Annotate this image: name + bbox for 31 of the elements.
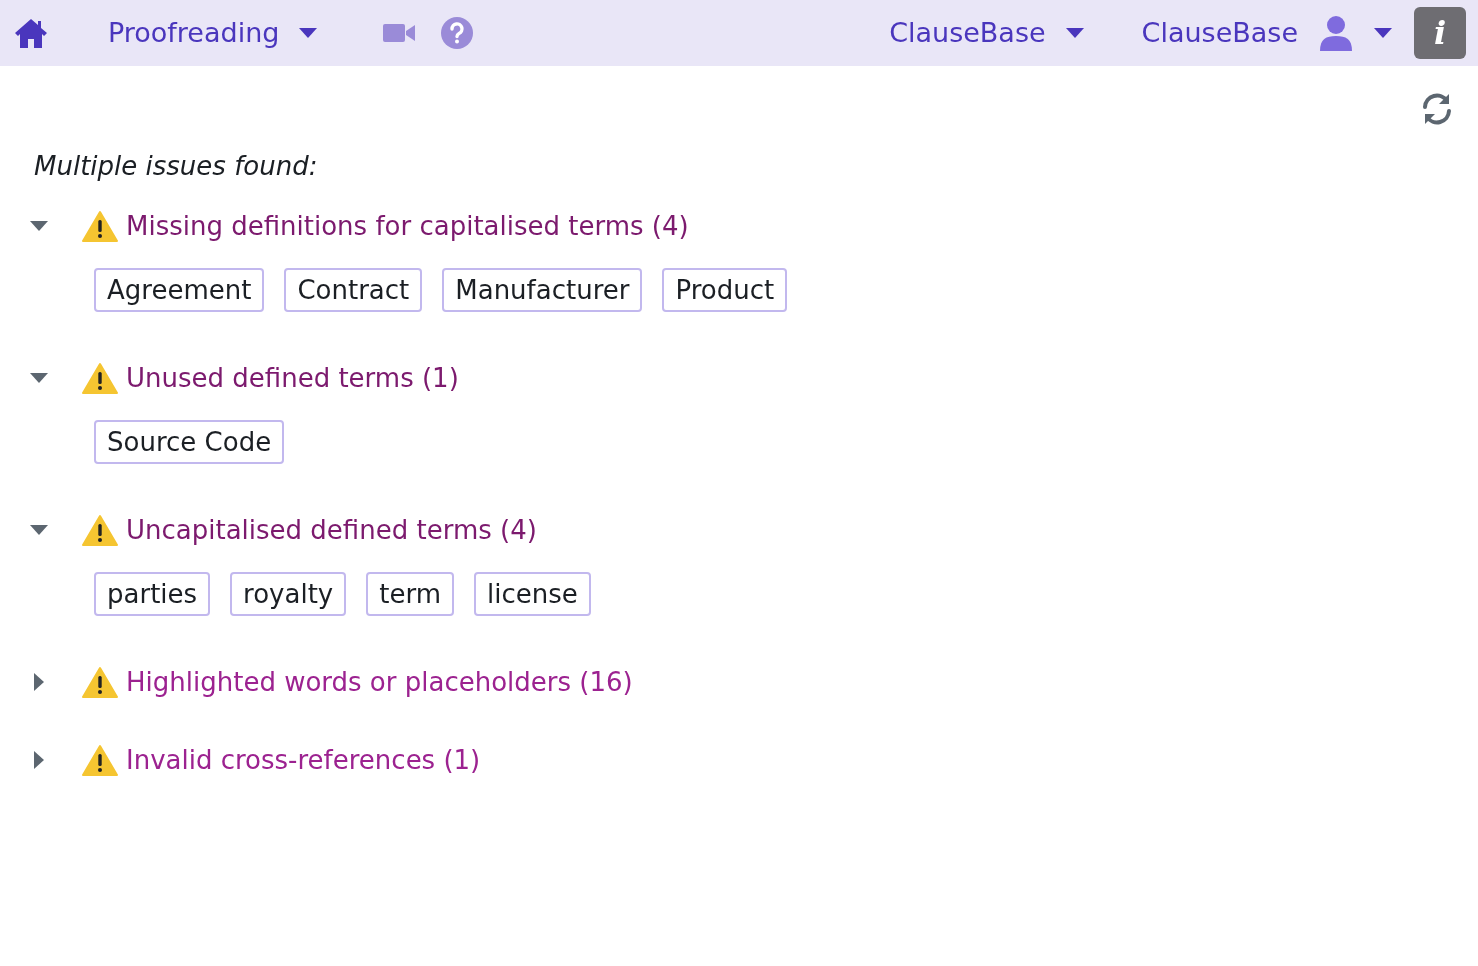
- warning-icon: [82, 362, 118, 394]
- issue-heading[interactable]: Missing definitions for capitalised terms (4): [126, 206, 689, 246]
- issue-heading[interactable]: Unused defined terms (1): [126, 358, 459, 398]
- warning-icon: [82, 514, 118, 546]
- user-menu[interactable]: ClauseBase: [1141, 12, 1392, 54]
- term-tag[interactable]: Manufacturer: [442, 268, 643, 312]
- caret-icon: [1374, 28, 1392, 38]
- workspace-dropdown[interactable]: ClauseBase: [889, 12, 1084, 54]
- home-icon[interactable]: [14, 17, 48, 49]
- term-tag[interactable]: Source Code: [94, 420, 285, 464]
- issue-heading[interactable]: Invalid cross-references (1): [126, 740, 481, 780]
- summary-text: Multiple issues found:: [34, 150, 319, 183]
- term-tag[interactable]: Contract: [284, 268, 423, 312]
- issue-heading[interactable]: Uncapitalised defined terms (4): [126, 510, 537, 550]
- term-tag[interactable]: license: [474, 572, 591, 616]
- warning-icon: [82, 744, 118, 776]
- caret-icon: [299, 28, 318, 38]
- info-button[interactable]: i: [1414, 7, 1466, 59]
- caret-icon: [1065, 28, 1084, 38]
- warning-icon: [82, 666, 118, 698]
- module-dropdown[interactable]: Proofreading: [108, 12, 318, 54]
- term-tag[interactable]: Product: [662, 268, 788, 312]
- issue-heading[interactable]: Highlighted words or placeholders (16): [126, 662, 633, 702]
- term-tag[interactable]: Agreement: [94, 268, 265, 312]
- warning-icon: [82, 210, 118, 242]
- refresh-icon[interactable]: [1420, 92, 1454, 126]
- term-tag[interactable]: parties: [94, 572, 211, 616]
- term-tag[interactable]: term: [366, 572, 454, 616]
- user-avatar-icon: [1318, 15, 1354, 51]
- help-icon[interactable]: [441, 17, 474, 49]
- term-tag[interactable]: royalty: [230, 572, 347, 616]
